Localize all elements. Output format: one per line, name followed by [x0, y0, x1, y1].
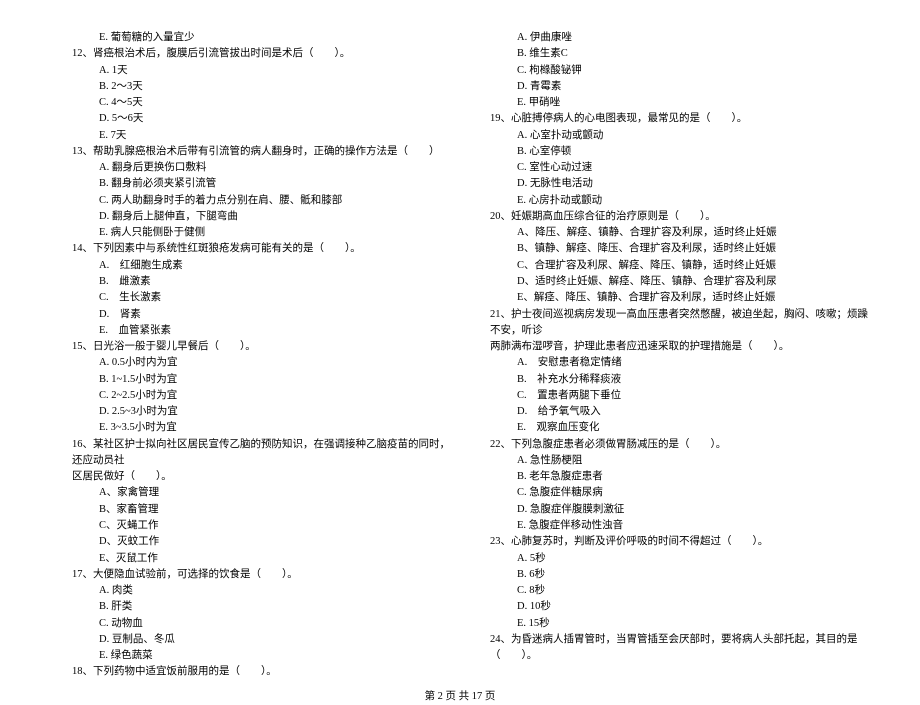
q21-stem-line1: 21、护士夜间巡视病房发现一高血压患者突然憋醒，被迫坐起，胸闷、咳嗽；烦躁不安，…	[490, 307, 868, 340]
q14-option-e: E. 血管紧张素	[99, 323, 450, 339]
q15-option-b: B. 1~1.5小时为宜	[99, 372, 450, 388]
q18-option-e: E. 甲硝唑	[517, 95, 868, 111]
q17-option-e: E. 绿色蔬菜	[99, 648, 450, 664]
q12-option-c: C. 4～5天	[99, 95, 450, 111]
q19-option-b: B. 心室停顿	[517, 144, 868, 160]
q12-stem: 12、肾癌根治术后，腹膜后引流管拔出时间是术后（ ）。	[72, 46, 450, 62]
q20-option-b: B、镇静、解痉、降压、合理扩容及利尿，适时终止妊娠	[517, 241, 868, 257]
q20-option-e: E、解痉、降压、镇静、合理扩容及利尿，适时终止妊娠	[517, 290, 868, 306]
q20-option-c: C、合理扩容及利尿、解痉、降压、镇静，适时终止妊娠	[517, 258, 868, 274]
q15-options: A. 0.5小时内为宜 B. 1~1.5小时为宜 C. 2~2.5小时为宜 D.…	[72, 355, 450, 436]
q15-option-c: C. 2~2.5小时为宜	[99, 388, 450, 404]
q15-option-d: D. 2.5~3小时为宜	[99, 404, 450, 420]
q16-stem-line2: 区居民做好（ ）。	[72, 469, 450, 485]
q12-option-a: A. 1天	[99, 63, 450, 79]
right-column: A. 伊曲康唑 B. 维生素C C. 枸橼酸铋钾 D. 青霉素 E. 甲硝唑 1…	[460, 30, 878, 681]
q13-option-b: B. 翻身前必须夹紧引流管	[99, 176, 450, 192]
page-content: E. 葡萄糖的入量宜少 12、肾癌根治术后，腹膜后引流管拔出时间是术后（ ）。 …	[0, 0, 920, 681]
q20-option-a: A、降压、解痉、镇静、合理扩容及利尿，适时终止妊娠	[517, 225, 868, 241]
left-column: E. 葡萄糖的入量宜少 12、肾癌根治术后，腹膜后引流管拔出时间是术后（ ）。 …	[42, 30, 460, 681]
page-footer: 第 2 页 共 17 页	[0, 681, 920, 705]
q13-option-e: E. 病人只能侧卧于健侧	[99, 225, 450, 241]
q16-stem-line1: 16、某社区护士拟向社区居民宣传乙脑的预防知识，在强调接种乙脑疫苗的同时，还应动…	[72, 437, 450, 470]
q14-stem: 14、下列因素中与系统性红斑狼疮发病可能有关的是（ ）。	[72, 241, 450, 257]
q13-options: A. 翻身后更换伤口敷料 B. 翻身前必须夹紧引流管 C. 两人助翻身时手的着力…	[72, 160, 450, 241]
q17-option-a: A. 肉类	[99, 583, 450, 599]
q19-option-a: A. 心室扑动或颤动	[517, 128, 868, 144]
q14-option-a: A. 红细胞生成素	[99, 258, 450, 274]
q16-option-c: C、灭蝇工作	[99, 518, 450, 534]
q19-option-d: D. 无脉性电活动	[517, 176, 868, 192]
q15-option-a: A. 0.5小时内为宜	[99, 355, 450, 371]
q18-option-d: D. 青霉素	[517, 79, 868, 95]
q18-stem: 18、下列药物中适宜饭前服用的是（ ）。	[72, 664, 450, 680]
q17-option-d: D. 豆制品、冬瓜	[99, 632, 450, 648]
q14-option-c: C. 生长激素	[99, 290, 450, 306]
q21-options: A. 安慰患者稳定情绪 B. 补充水分稀释痰液 C. 置患者两腿下垂位 D. 给…	[490, 355, 868, 436]
q19-stem: 19、心脏搏停病人的心电图表现，最常见的是（ ）。	[490, 111, 868, 127]
q13-option-c: C. 两人助翻身时手的着力点分别在肩、腰、骶和膝部	[99, 193, 450, 209]
q16-option-a: A、家禽管理	[99, 485, 450, 501]
q19-option-e: E. 心房扑动或颤动	[517, 193, 868, 209]
q21-option-c: C. 置患者两腿下垂位	[517, 388, 868, 404]
q22-stem: 22、下列急腹症患者必须做胃肠减压的是（ ）。	[490, 437, 868, 453]
q17-option-b: B. 肝类	[99, 599, 450, 615]
q17-options: A. 肉类 B. 肝类 C. 动物血 D. 豆制品、冬瓜 E. 绿色蔬菜	[72, 583, 450, 664]
q13-stem: 13、帮助乳腺癌根治术后带有引流管的病人翻身时，正确的操作方法是（ ）	[72, 144, 450, 160]
q12-option-e: E. 7天	[99, 128, 450, 144]
q13-option-d: D. 翻身后上腿伸直，下腿弯曲	[99, 209, 450, 225]
q16-options: A、家禽管理 B、家畜管理 C、灭蝇工作 D、灭蚊工作 E、灭鼠工作	[72, 485, 450, 566]
q19-option-c: C. 室性心动过速	[517, 160, 868, 176]
q23-option-e: E. 15秒	[517, 616, 868, 632]
q19-options: A. 心室扑动或颤动 B. 心室停顿 C. 室性心动过速 D. 无脉性电活动 E…	[490, 128, 868, 209]
q18-option-a: A. 伊曲康唑	[517, 30, 868, 46]
q20-option-d: D、适时终止妊娠、解痉、降压、镇静、合理扩容及利尿	[517, 274, 868, 290]
q14-options: A. 红细胞生成素 B. 雌激素 C. 生长激素 D. 肾素 E. 血管紧张素	[72, 258, 450, 339]
q22-option-d: D. 急腹症伴腹膜刺激征	[517, 502, 868, 518]
q11-option-e: E. 葡萄糖的入量宜少	[99, 30, 450, 46]
q23-option-a: A. 5秒	[517, 551, 868, 567]
q18-options: A. 伊曲康唑 B. 维生素C C. 枸橼酸铋钾 D. 青霉素 E. 甲硝唑	[490, 30, 868, 111]
q24-stem: 24、为昏迷病人插胃管时，当胃管插至会厌部时，要将病人头部托起，其目的是（ ）。	[490, 632, 868, 665]
q21-option-b: B. 补充水分稀释痰液	[517, 372, 868, 388]
q20-options: A、降压、解痉、镇静、合理扩容及利尿，适时终止妊娠 B、镇静、解痉、降压、合理扩…	[490, 225, 868, 306]
q21-option-a: A. 安慰患者稳定情绪	[517, 355, 868, 371]
q22-option-a: A. 急性肠梗阻	[517, 453, 868, 469]
q22-option-e: E. 急腹症伴移动性浊音	[517, 518, 868, 534]
q20-stem: 20、妊娠期高血压综合征的治疗原则是（ ）。	[490, 209, 868, 225]
q18-option-c: C. 枸橼酸铋钾	[517, 63, 868, 79]
q15-option-e: E. 3~3.5小时为宜	[99, 420, 450, 436]
q22-option-c: C. 急腹症伴糖尿病	[517, 485, 868, 501]
q13-option-a: A. 翻身后更换伤口敷料	[99, 160, 450, 176]
q23-option-d: D. 10秒	[517, 599, 868, 615]
q15-stem: 15、日光浴一般于婴儿早餐后（ ）。	[72, 339, 450, 355]
q12-option-d: D. 5～6天	[99, 111, 450, 127]
q17-option-c: C. 动物血	[99, 616, 450, 632]
q23-option-c: C. 8秒	[517, 583, 868, 599]
q16-option-b: B、家畜管理	[99, 502, 450, 518]
q16-option-e: E、灭鼠工作	[99, 551, 450, 567]
q23-options: A. 5秒 B. 6秒 C. 8秒 D. 10秒 E. 15秒	[490, 551, 868, 632]
q12-options: A. 1天 B. 2～3天 C. 4～5天 D. 5～6天 E. 7天	[72, 63, 450, 144]
q14-option-d: D. 肾素	[99, 307, 450, 323]
q21-option-d: D. 给予氧气吸入	[517, 404, 868, 420]
q23-stem: 23、心肺复苏时，判断及评价呼吸的时间不得超过（ ）。	[490, 534, 868, 550]
q21-option-e: E. 观察血压变化	[517, 420, 868, 436]
q16-option-d: D、灭蚊工作	[99, 534, 450, 550]
q23-option-b: B. 6秒	[517, 567, 868, 583]
q14-option-b: B. 雌激素	[99, 274, 450, 290]
q22-option-b: B. 老年急腹症患者	[517, 469, 868, 485]
q22-options: A. 急性肠梗阻 B. 老年急腹症患者 C. 急腹症伴糖尿病 D. 急腹症伴腹膜…	[490, 453, 868, 534]
q18-option-b: B. 维生素C	[517, 46, 868, 62]
q12-option-b: B. 2～3天	[99, 79, 450, 95]
q21-stem-line2: 两肺满布湿啰音，护理此患者应迅速采取的护理措施是（ ）。	[490, 339, 868, 355]
q11-options-tail: E. 葡萄糖的入量宜少	[72, 30, 450, 46]
q17-stem: 17、大便隐血试验前，可选择的饮食是（ ）。	[72, 567, 450, 583]
